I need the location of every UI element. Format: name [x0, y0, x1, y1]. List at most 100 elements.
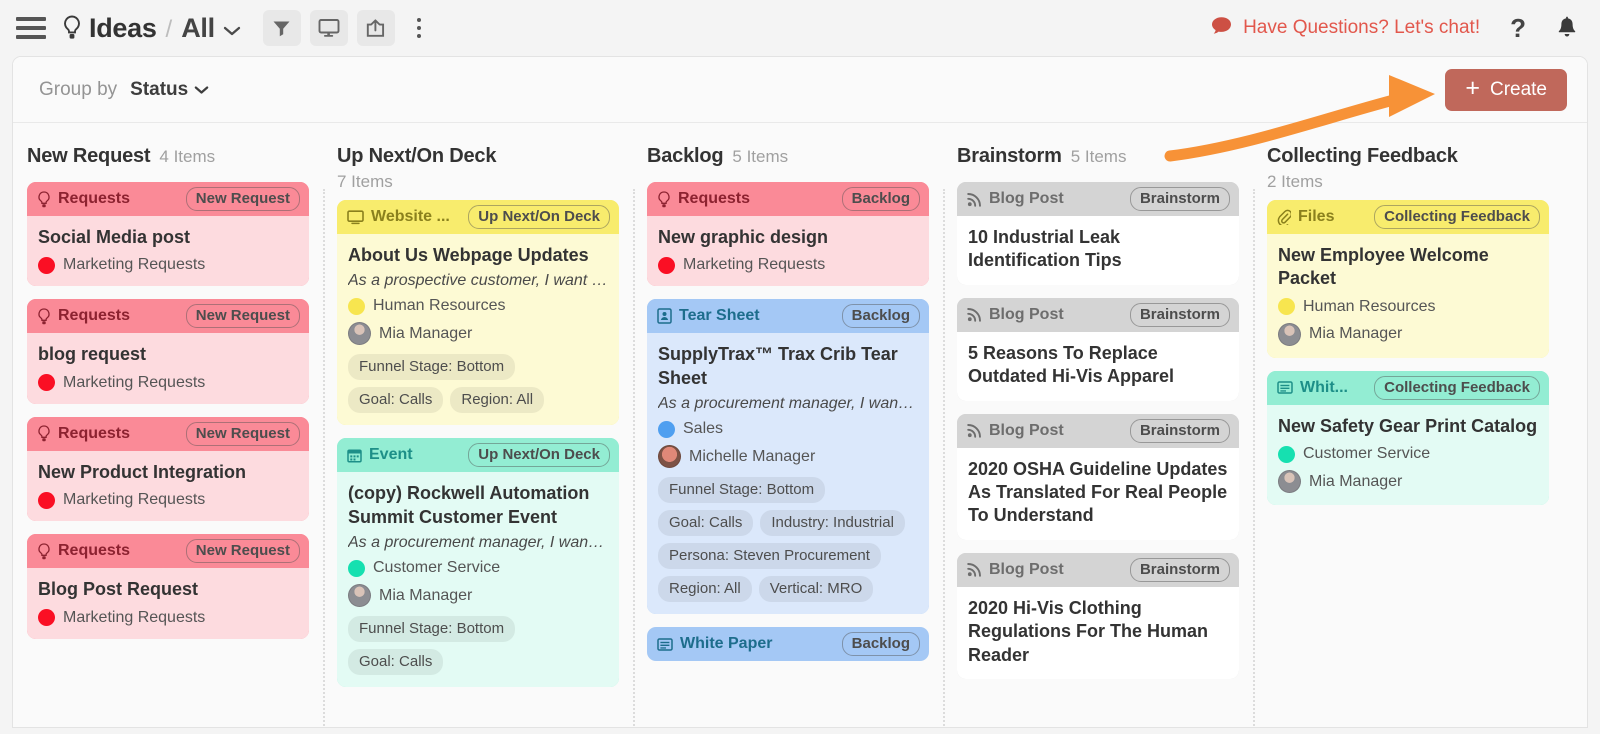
- card-type-label: Requests: [58, 542, 131, 560]
- card-type-label: Blog Post: [989, 421, 1064, 439]
- card-tags: Funnel Stage: Bottom Goal: Calls Industry:…: [658, 477, 918, 603]
- card-type-label: Files: [1298, 208, 1335, 225]
- card-header: Tear Sheet Backlog: [647, 299, 929, 334]
- card-assignee: Mia Manager: [1278, 470, 1538, 494]
- board-card[interactable]: Website ... Up Next/On Deck About Us Web…: [337, 200, 619, 426]
- chat-link[interactable]: Have Questions? Let's chat!: [1211, 16, 1480, 41]
- board-card[interactable]: White Paper Backlog: [647, 627, 929, 662]
- card-title: (copy) Rockwell Automation Summit Custom…: [348, 483, 590, 527]
- card-status-badge: Up Next/On Deck: [468, 443, 610, 468]
- column-title: Brainstorm: [957, 145, 1062, 167]
- card-header: Whit... Collecting Feedback: [1267, 370, 1549, 405]
- card-body: New graphic design Marketing Requests: [647, 216, 929, 287]
- card-tag[interactable]: Region: All: [658, 576, 752, 603]
- category-label: Marketing Requests: [63, 608, 206, 626]
- card-title: Social Media post: [38, 227, 191, 247]
- card-body: Social Media post Marketing Requests: [27, 216, 309, 287]
- card-type-label: Tear Sheet: [679, 307, 760, 325]
- card-tags: Funnel Stage: Bottom Goal: Calls Region: A…: [348, 354, 608, 414]
- share-icon[interactable]: [356, 10, 395, 46]
- avatar: [1278, 322, 1301, 346]
- card-tag[interactable]: Vertical: MRO: [758, 576, 874, 603]
- column-item-count: 2 Items: [1267, 172, 1323, 191]
- group-by-select[interactable]: Status: [130, 79, 209, 101]
- card-tag[interactable]: Goal: Calls: [348, 649, 444, 676]
- card-body: 2020 OSHA Guideline Updates As Translate…: [957, 447, 1239, 540]
- board-card[interactable]: Requests New Request blog request Market…: [27, 299, 309, 404]
- card-body: 2020 Hi-Vis Clothing Regulations For The…: [957, 586, 1239, 679]
- card-title: New Employee Welcome Packet: [1278, 245, 1489, 289]
- card-title: New Product Integration: [38, 461, 247, 482]
- card-category: Human Resources: [348, 297, 608, 315]
- card-tag[interactable]: Funnel Stage: Bottom: [348, 616, 516, 643]
- board-card[interactable]: Files Collecting Feedback New Employee W…: [1267, 200, 1549, 358]
- hamburger-icon[interactable]: [14, 11, 48, 45]
- whiteboard-icon: [1277, 380, 1293, 395]
- card-type-label: Event: [369, 446, 413, 464]
- card-status-badge: Up Next/On Deck: [468, 205, 610, 229]
- board-card[interactable]: Tear Sheet Backlog SupplyTrax™ Trax Crib…: [647, 299, 929, 615]
- column-title: Collecting Feedback: [1267, 145, 1458, 167]
- board-card[interactable]: Blog Post Brainstorm 2020 Hi-Vis Clothin…: [957, 552, 1239, 679]
- card-category: Marketing Requests: [658, 256, 918, 274]
- board-card[interactable]: Blog Post Brainstorm 2020 OSHA Guideline…: [957, 413, 1239, 540]
- card-category: Marketing Requests: [38, 374, 298, 392]
- card-title: blog request: [38, 344, 147, 365]
- board-column: Brainstorm 5 Items Blog Post Brainstorm 1…: [943, 123, 1253, 727]
- board-card[interactable]: Requests New Request Blog Post Request M…: [27, 534, 309, 639]
- card-assignee: Mia Manager: [1278, 322, 1538, 346]
- card-tag[interactable]: Goal: Calls: [658, 510, 754, 537]
- card-tag[interactable]: Persona: Steven Procurement: [658, 543, 881, 570]
- lightbulb-icon: [37, 543, 51, 560]
- bell-icon[interactable]: [1556, 16, 1578, 40]
- card-description: As a prospective customer, I want …: [348, 272, 608, 290]
- board-card[interactable]: Blog Post Brainstorm 5 Reasons To Replac…: [957, 297, 1239, 401]
- board-card[interactable]: Blog Post Brainstorm 10 Industrial Leak …: [957, 182, 1239, 285]
- kebab-menu-icon[interactable]: [406, 11, 432, 45]
- category-label: Sales: [683, 420, 724, 438]
- card-tag[interactable]: Region: All: [450, 387, 545, 414]
- column-cards: Blog Post Brainstorm 10 Industrial Leak …: [957, 182, 1239, 727]
- chevron-down-icon: [194, 85, 209, 95]
- chevron-down-icon[interactable]: [223, 25, 241, 37]
- card-type-label: Requests: [58, 190, 131, 207]
- board-card[interactable]: Requests Backlog New graphic design Mark…: [647, 182, 929, 287]
- column-cards: Files Collecting Feedback New Employee W…: [1267, 200, 1549, 727]
- avatar: [658, 445, 681, 469]
- column-item-count: 4 Items: [159, 147, 216, 166]
- avatar: [348, 584, 371, 608]
- card-status-badge: Brainstorm: [1129, 557, 1230, 582]
- card-tag[interactable]: Goal: Calls: [348, 387, 444, 414]
- board-card[interactable]: Requests New Request New Product Integra…: [27, 416, 309, 522]
- board-column: Backlog 5 Items Requests Backlog New grap…: [633, 123, 943, 727]
- category-label: Customer Service: [1303, 445, 1431, 463]
- card-title: New graphic design: [658, 227, 829, 247]
- card-tag[interactable]: Industry: Industrial: [760, 510, 905, 537]
- board-panel: Group by Status + Create New Request 4 It…: [12, 56, 1588, 728]
- create-button[interactable]: + Create: [1445, 68, 1567, 111]
- card-category: Customer Service: [1278, 445, 1538, 463]
- board-card[interactable]: Whit... Collecting Feedback New Safety G…: [1267, 370, 1549, 506]
- card-status-badge: Brainstorm: [1129, 187, 1230, 211]
- plus-icon: +: [1465, 74, 1480, 102]
- category-color-dot: [38, 374, 55, 392]
- card-type-label: Whit...: [1300, 378, 1348, 396]
- category-label: Customer Service: [373, 559, 501, 577]
- rss-icon: [967, 307, 982, 323]
- board-column: Collecting Feedback 2 Items Files Collect…: [1253, 123, 1563, 727]
- category-color-dot: [38, 256, 55, 274]
- card-tag[interactable]: Funnel Stage: Bottom: [348, 354, 516, 381]
- help-button[interactable]: ?: [1510, 15, 1526, 41]
- board-card[interactable]: Event Up Next/On Deck (copy) Rockwell Au…: [337, 438, 619, 688]
- whitepaper-icon: [657, 637, 673, 652]
- card-tag[interactable]: Funnel Stage: Bottom: [658, 477, 826, 504]
- card-body: New Safety Gear Print Catalog Customer S…: [1267, 404, 1549, 506]
- filter-icon[interactable]: [262, 10, 301, 46]
- board-card[interactable]: Requests New Request Social Media post M…: [27, 182, 309, 287]
- card-header: Requests Backlog: [647, 182, 929, 216]
- breadcrumb-current[interactable]: All: [181, 13, 215, 44]
- card-status-badge: Brainstorm: [1129, 302, 1230, 327]
- breadcrumb-root[interactable]: Ideas: [89, 13, 157, 44]
- card-body: 10 Industrial Leak Identification Tips: [957, 216, 1239, 285]
- present-icon[interactable]: [309, 10, 348, 46]
